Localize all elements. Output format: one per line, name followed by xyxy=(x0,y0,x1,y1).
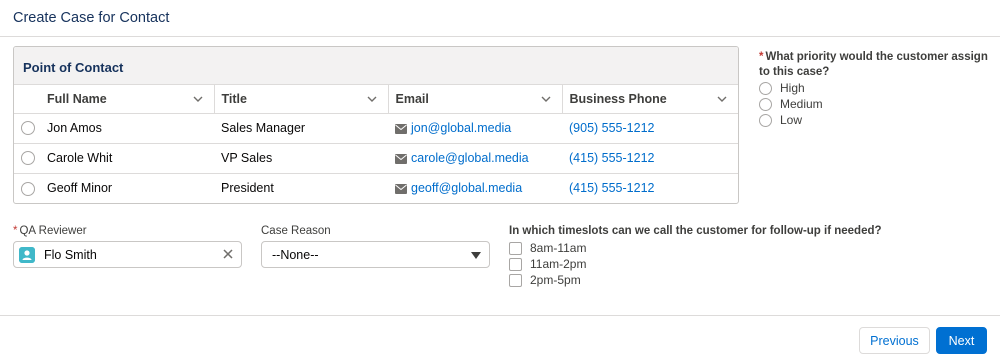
column-header-label: Title xyxy=(221,91,247,106)
timeslot-option-2pm-5pm[interactable]: 2pm-5pm xyxy=(509,272,909,288)
chevron-down-icon[interactable] xyxy=(366,93,378,105)
contact-phone-link[interactable]: (415) 555-1212 xyxy=(569,181,654,195)
footer-bar: Previous Next xyxy=(0,315,1000,363)
column-header-full-name[interactable]: Full Name xyxy=(40,85,215,114)
chevron-down-icon[interactable] xyxy=(192,93,204,105)
option-label: High xyxy=(780,81,805,95)
previous-button[interactable]: Previous xyxy=(859,327,930,354)
checkbox[interactable] xyxy=(509,257,522,271)
chevron-down-icon[interactable] xyxy=(540,93,552,105)
case-reason-select[interactable]: --None-- xyxy=(261,241,490,268)
column-header-business-phone[interactable]: Business Phone xyxy=(562,85,738,114)
contacts-table: Full Name Title Email Business Phone Jon… xyxy=(14,85,738,203)
table-row: Carole Whit VP Sales carole@global.media… xyxy=(14,143,738,174)
option-label: 11am-2pm xyxy=(530,257,587,271)
qa-reviewer-label-text: QA Reviewer xyxy=(19,225,87,237)
qa-reviewer-field: * QA Reviewer Flo Smith xyxy=(13,225,242,268)
column-header-label: Full Name xyxy=(47,91,107,106)
caret-down-icon xyxy=(471,252,481,259)
priority-question: * What priority would the customer assign… xyxy=(759,50,989,80)
point-of-contact-card: Point of Contact Full Name Title Email B… xyxy=(13,46,739,204)
option-label: 2pm-5pm xyxy=(530,273,581,287)
radio-button[interactable] xyxy=(759,113,772,127)
contact-email-link[interactable]: carole@global.media xyxy=(411,151,529,165)
clear-icon[interactable] xyxy=(222,248,234,260)
qa-reviewer-value: Flo Smith xyxy=(44,248,97,262)
radio-button[interactable] xyxy=(759,81,772,95)
case-reason-selected-value: --None-- xyxy=(272,248,319,262)
column-header-title[interactable]: Title xyxy=(214,85,389,114)
page-title: Create Case for Contact xyxy=(13,10,170,26)
next-button[interactable]: Next xyxy=(936,327,987,354)
checkbox[interactable] xyxy=(509,273,522,287)
required-indicator: * xyxy=(13,225,18,237)
priority-option-high[interactable]: High xyxy=(759,80,989,96)
contact-phone-link[interactable]: (415) 555-1212 xyxy=(569,151,654,165)
envelope-icon xyxy=(395,123,407,134)
priority-option-medium[interactable]: Medium xyxy=(759,96,989,112)
row-select-radio[interactable] xyxy=(21,121,35,136)
table-row: Jon Amos Sales Manager jon@global.media … xyxy=(14,113,738,144)
card-title: Point of Contact xyxy=(23,60,124,75)
contact-name: Jon Amos xyxy=(40,113,214,144)
table-row: Geoff Minor President geoff@global.media… xyxy=(14,173,738,203)
chevron-down-icon[interactable] xyxy=(716,93,728,105)
select-column-header xyxy=(14,85,40,114)
timeslots-checkbox-group: In which timeslots can we call the custo… xyxy=(509,225,909,288)
column-header-label: Email xyxy=(395,91,429,106)
user-icon xyxy=(19,247,35,263)
priority-question-text: What priority would the customer assign … xyxy=(759,51,988,78)
priority-radio-group: * What priority would the customer assign… xyxy=(759,50,989,128)
timeslot-option-8am-11am[interactable]: 8am-11am xyxy=(509,240,909,256)
case-reason-field: Case Reason --None-- xyxy=(261,225,490,268)
timeslot-option-11am-2pm[interactable]: 11am-2pm xyxy=(509,256,909,272)
checkbox[interactable] xyxy=(509,241,522,255)
contact-phone-link[interactable]: (905) 555-1212 xyxy=(569,121,654,135)
contact-title: President xyxy=(221,181,274,196)
contact-name: Geoff Minor xyxy=(47,181,113,196)
priority-option-low[interactable]: Low xyxy=(759,112,989,128)
qa-reviewer-label: * QA Reviewer xyxy=(13,225,242,239)
radio-button[interactable] xyxy=(759,97,772,111)
card-header: Point of Contact xyxy=(14,47,738,85)
contact-title: Sales Manager xyxy=(214,113,388,144)
option-label: Medium xyxy=(780,97,823,111)
contact-email-link[interactable]: geoff@global.media xyxy=(411,181,522,195)
contact-name: Carole Whit xyxy=(40,143,214,174)
contact-email-link[interactable]: jon@global.media xyxy=(411,121,511,135)
qa-reviewer-lookup[interactable]: Flo Smith xyxy=(13,241,242,268)
contact-title: VP Sales xyxy=(214,143,388,174)
column-header-label: Business Phone xyxy=(569,91,667,106)
required-indicator: * xyxy=(759,51,764,63)
timeslots-question: In which timeslots can we call the custo… xyxy=(509,225,882,237)
envelope-icon xyxy=(395,153,407,164)
table-header-row: Full Name Title Email Business Phone xyxy=(14,85,738,114)
option-label: Low xyxy=(780,113,803,127)
page-header: Create Case for Contact xyxy=(0,0,1000,37)
case-reason-label: Case Reason xyxy=(261,225,331,237)
envelope-icon xyxy=(395,183,407,194)
column-header-email[interactable]: Email xyxy=(388,85,563,114)
option-label: 8am-11am xyxy=(530,241,587,255)
row-select-radio[interactable] xyxy=(21,181,35,196)
row-select-radio[interactable] xyxy=(21,151,35,166)
